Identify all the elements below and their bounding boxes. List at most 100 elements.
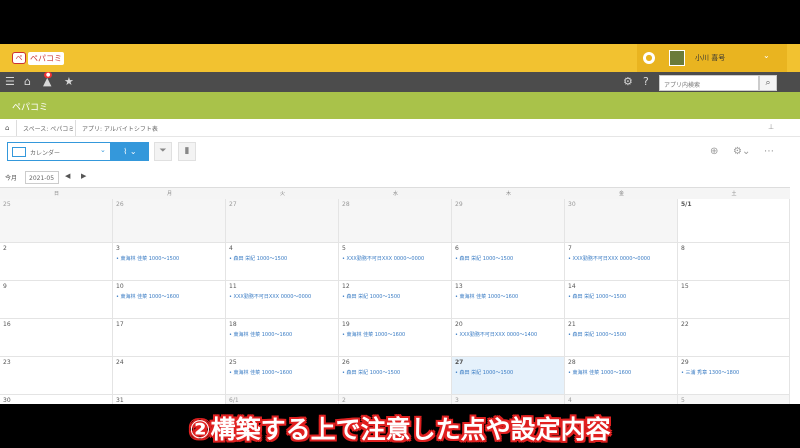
- calendar-day-cell[interactable]: 6 森田 栄紀 1000〜1500: [452, 243, 565, 281]
- shift-event[interactable]: 森田 栄紀 1000〜1500: [455, 369, 514, 376]
- day-number: 6/1: [229, 397, 239, 404]
- shift-event[interactable]: XXX勤務不可日XXX 0000〜0000: [342, 255, 425, 262]
- calendar-day-cell[interactable]: 11 XXX勤務不可日XXX 0000〜0000: [226, 281, 339, 319]
- day-number: 17: [116, 321, 124, 328]
- calendar-day-cell[interactable]: 25 東海林 佳菜 1000〜1600: [226, 357, 339, 395]
- shift-event[interactable]: 森田 栄紀 1000〜1500: [342, 293, 401, 300]
- weekday-label: 月: [166, 191, 172, 197]
- day-number: 3: [116, 245, 120, 252]
- shift-event[interactable]: 三浦 秀章 1300〜1800: [681, 369, 740, 376]
- calendar-day-cell[interactable]: 20 XXX勤務不可日XXX 0000〜1400: [452, 319, 565, 357]
- calendar-day-cell[interactable]: 28 東海林 佳菜 1000〜1600: [565, 357, 678, 395]
- calendar-day-cell[interactable]: 8: [678, 243, 790, 281]
- settings-gear-icon[interactable]: ⚙⌄: [733, 146, 750, 158]
- shift-event[interactable]: 森田 栄紀 1000〜1500: [229, 255, 288, 262]
- day-number: 21: [568, 321, 576, 328]
- user-menu[interactable]: ● 小川 喜号 ⌄: [637, 44, 787, 72]
- calendar-day-cell[interactable]: 25: [0, 199, 113, 243]
- shift-event[interactable]: 森田 栄紀 1000〜1500: [342, 369, 401, 376]
- calendar-day-cell[interactable]: 2: [339, 395, 452, 404]
- view-selector[interactable]: カレンダー ⌄: [7, 142, 111, 161]
- more-options-icon[interactable]: ⋯: [764, 146, 774, 158]
- shift-event[interactable]: 東海林 佳菜 1000〜1600: [229, 369, 293, 376]
- calendar-day-cell[interactable]: 5: [678, 395, 790, 404]
- help-icon[interactable]: ?: [643, 75, 649, 89]
- notification-icon[interactable]: ●: [643, 52, 655, 64]
- shift-event[interactable]: 森田 栄紀 1000〜1500: [455, 255, 514, 262]
- day-number: 30: [568, 201, 576, 208]
- calendar-day-cell[interactable]: 30: [565, 199, 678, 243]
- calendar-day-cell[interactable]: 31森田 栄紀 1000〜1500: [113, 395, 226, 404]
- calendar-day-cell[interactable]: 26 森田 栄紀 1000〜1500: [339, 357, 452, 395]
- calendar-day-cell[interactable]: 22: [678, 319, 790, 357]
- graph-view-button[interactable]: ⌇ ⌄: [111, 142, 149, 161]
- day-number: 12: [342, 283, 350, 290]
- calendar-day-cell[interactable]: 21 森田 栄紀 1000〜1500: [565, 319, 678, 357]
- filter-icon[interactable]: ⏷: [154, 142, 172, 161]
- calendar-day-cell[interactable]: 29 三浦 秀章 1300〜1800: [678, 357, 790, 395]
- shift-event[interactable]: 東海林 佳菜 1000〜1600: [342, 331, 406, 338]
- menu-icon[interactable]: ☰: [5, 75, 15, 89]
- calendar-day-cell[interactable]: 19 東海林 佳菜 1000〜1600: [339, 319, 452, 357]
- home-icon[interactable]: ⌂: [24, 75, 31, 89]
- calendar-day-cell[interactable]: 16: [0, 319, 113, 357]
- calendar-day-cell[interactable]: 4 森田 栄紀 1000〜1500: [226, 243, 339, 281]
- calendar-day-cell[interactable]: 15: [678, 281, 790, 319]
- pin-icon[interactable]: ⊥: [768, 123, 774, 131]
- calendar-day-cell[interactable]: 18 東海林 佳菜 1000〜1600: [226, 319, 339, 357]
- shift-event[interactable]: 東海林 佳菜 1000〜1500: [116, 255, 180, 262]
- bar-chart-icon[interactable]: ▮: [178, 142, 196, 161]
- calendar-day-cell[interactable]: 12 森田 栄紀 1000〜1500: [339, 281, 452, 319]
- shift-event[interactable]: 森田 栄紀 1000〜1500: [568, 293, 627, 300]
- weekday-label: 木: [505, 191, 511, 197]
- prev-month-icon[interactable]: ◀: [65, 172, 70, 180]
- gear-icon[interactable]: ⚙: [623, 75, 633, 89]
- breadcrumb-divider: [16, 120, 17, 136]
- breadcrumb-home-icon[interactable]: ⌂: [5, 124, 9, 132]
- calendar-day-cell[interactable]: 13 東海林 佳菜 1000〜1600: [452, 281, 565, 319]
- app-search-input[interactable]: アプリ内検索: [659, 75, 759, 91]
- calendar-day-cell[interactable]: 14 森田 栄紀 1000〜1500: [565, 281, 678, 319]
- shift-event[interactable]: 東海林 佳菜 1000〜1600: [568, 369, 632, 376]
- calendar-day-cell[interactable]: 9: [0, 281, 113, 319]
- calendar-day-cell[interactable]: 30: [0, 395, 113, 404]
- calendar-day-cell[interactable]: 6/1: [226, 395, 339, 404]
- shift-event[interactable]: 東海林 佳菜 1000〜1600: [116, 293, 180, 300]
- calendar-day-cell[interactable]: 5/1: [678, 199, 790, 243]
- calendar-day-cell[interactable]: 27 森田 栄紀 1000〜1500: [452, 357, 565, 395]
- search-icon[interactable]: ⌕: [759, 75, 777, 91]
- calendar-day-cell[interactable]: 10 東海林 佳菜 1000〜1600: [113, 281, 226, 319]
- shift-event[interactable]: XXX勤務不可日XXX 0000〜0000: [229, 293, 312, 300]
- month-input[interactable]: 2021-05: [25, 171, 59, 184]
- calendar-day-cell[interactable]: 3 東海林 佳菜 1000〜1500: [113, 243, 226, 281]
- calendar-day-cell[interactable]: 28: [339, 199, 452, 243]
- chevron-down-icon[interactable]: ⌄: [763, 51, 770, 60]
- calendar-day-cell[interactable]: 7 XXX勤務不可日XXX 0000〜0000: [565, 243, 678, 281]
- calendar-day-cell[interactable]: 24: [113, 357, 226, 395]
- calendar-day-cell[interactable]: 2: [0, 243, 113, 281]
- calendar-day-cell[interactable]: 27: [226, 199, 339, 243]
- calendar-day-cell[interactable]: 3: [452, 395, 565, 404]
- calendar-day-cell[interactable]: 23: [0, 357, 113, 395]
- day-number: 26: [116, 201, 124, 208]
- shift-event[interactable]: 東海林 佳菜 1000〜1600: [455, 293, 519, 300]
- brand-logo[interactable]: ペ ペパコミ: [12, 51, 64, 65]
- calendar-day-cell[interactable]: 26: [113, 199, 226, 243]
- next-month-icon[interactable]: ▶: [81, 172, 86, 180]
- add-record-icon[interactable]: ⊕: [710, 146, 718, 158]
- calendar-day-cell[interactable]: 4: [565, 395, 678, 404]
- calendar-day-cell[interactable]: 17: [113, 319, 226, 357]
- calendar-day-cell[interactable]: 29: [452, 199, 565, 243]
- calendar-day-cell[interactable]: 5 XXX勤務不可日XXX 0000〜0000: [339, 243, 452, 281]
- shift-event[interactable]: XXX勤務不可日XXX 0000〜1400: [455, 331, 538, 338]
- star-icon[interactable]: ★: [64, 75, 74, 89]
- breadcrumb-app[interactable]: アプリ: アルバイトシフト表: [82, 124, 158, 133]
- breadcrumb-space[interactable]: スペース: ペパコミ: [23, 124, 74, 133]
- shift-event[interactable]: XXX勤務不可日XXX 0000〜0000: [568, 255, 651, 262]
- app-header: ペパコミ: [0, 92, 800, 119]
- shift-event[interactable]: 森田 栄紀 1000〜1500: [568, 331, 627, 338]
- current-month-button[interactable]: 今月: [5, 173, 17, 182]
- app-title: ペパコミ: [12, 103, 49, 113]
- shift-event[interactable]: 東海林 佳菜 1000〜1600: [229, 331, 293, 338]
- day-number: 15: [681, 283, 689, 290]
